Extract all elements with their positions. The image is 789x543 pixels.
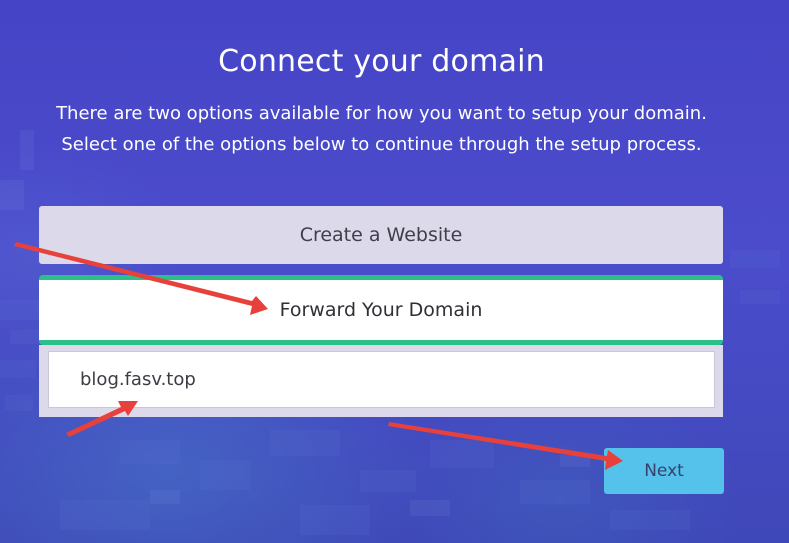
forward-domain-option[interactable]: Forward Your Domain [39,275,723,345]
domain-input-panel [39,345,723,417]
domain-input[interactable] [48,351,715,408]
page-description: There are two options available for how … [0,98,763,160]
forward-domain-label: Forward Your Domain [279,299,483,321]
page-title: Connect your domain [218,44,545,79]
next-button[interactable]: Next [604,448,724,494]
create-website-option[interactable]: Create a Website [39,206,723,264]
forward-domain-group: Forward Your Domain [39,275,723,417]
create-website-label: Create a Website [299,224,463,246]
description-line-2: Select one of the options below to conti… [61,134,702,155]
description-line-1: There are two options available for how … [56,103,707,124]
arrow-to-next-button-icon [388,422,623,470]
